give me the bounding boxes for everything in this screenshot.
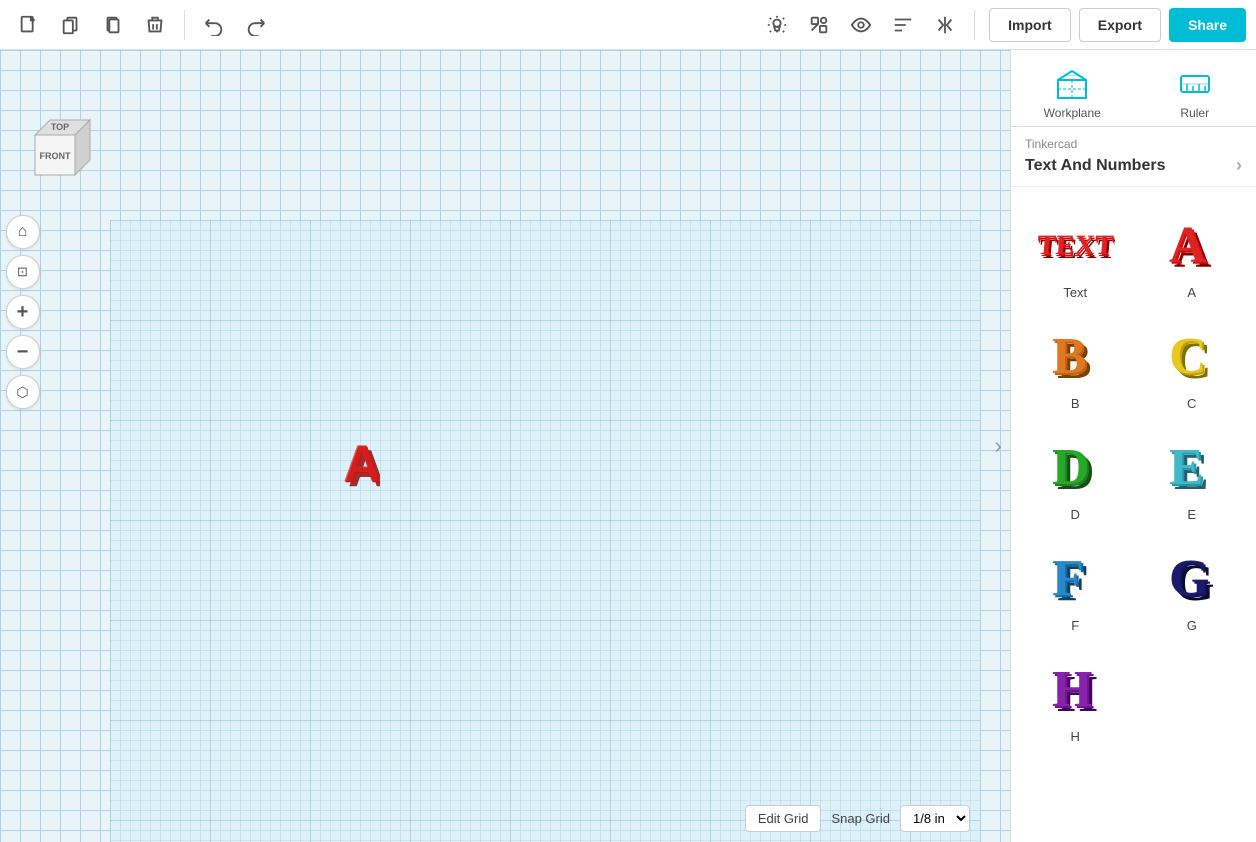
svg-text:TOP: TOP [51, 122, 69, 132]
svg-text:B: B [1052, 328, 1087, 385]
shape-button[interactable] [800, 6, 838, 44]
delete-button[interactable] [136, 6, 174, 44]
home-view-button[interactable]: ⌂ [6, 215, 40, 249]
shape-label-c: C [1187, 396, 1196, 411]
right-panel: Workplane Ruler Tinkercad Text And Numbe… [1010, 50, 1256, 842]
shape-item-a[interactable]: A A A A [1134, 197, 1251, 308]
ruler-label: Ruler [1180, 106, 1209, 120]
shape-item-text[interactable]: TEXT TEXT TEXT Text [1017, 197, 1134, 308]
view-cube[interactable]: TOP FRONT [20, 110, 95, 205]
shape-label-b: B [1071, 396, 1080, 411]
view-button[interactable] [842, 6, 880, 44]
panel-breadcrumb: Tinkercad [1011, 127, 1256, 153]
undo-button[interactable] [195, 6, 233, 44]
shape-preview-text: TEXT TEXT TEXT [1035, 209, 1115, 279]
new-button[interactable] [10, 6, 48, 44]
redo-button[interactable] [237, 6, 275, 44]
shape-item-c[interactable]: C C C C [1134, 308, 1251, 419]
separator-1 [184, 10, 185, 40]
shape-preview-b: B B B [1035, 320, 1115, 390]
shape-preview-c: C C C [1152, 320, 1232, 390]
svg-text:D: D [1052, 439, 1090, 496]
panel-title-text: Text And Numbers [1025, 157, 1165, 175]
mirror-button[interactable] [926, 6, 964, 44]
shape-item-f[interactable]: F F F F [1017, 530, 1134, 641]
align-button[interactable] [884, 6, 922, 44]
shape-preview-d: D D D [1035, 431, 1115, 501]
shape-preview-f: F F F [1035, 542, 1115, 612]
paste-button[interactable] [52, 6, 90, 44]
shape-label-a: A [1187, 285, 1196, 300]
svg-text:F: F [1052, 550, 1084, 607]
shape-item-h[interactable]: H H H H [1017, 641, 1134, 752]
svg-text:FRONT: FRONT [40, 151, 71, 161]
snap-select[interactable]: 1/8 in [900, 805, 970, 832]
left-toolbar: ⌂ ⊡ + − ⬡ [0, 205, 45, 409]
shape-item-b[interactable]: B B B B [1017, 308, 1134, 419]
shape-preview-e: E E E [1152, 431, 1232, 501]
svg-text:G: G [1169, 550, 1209, 607]
zoom-out-button[interactable]: − [6, 335, 40, 369]
shape-preview-h: H H H [1035, 653, 1115, 723]
panel-header: Workplane Ruler [1011, 50, 1256, 127]
panel-toggle-arrow[interactable]: › [995, 433, 1002, 459]
main-toolbar: Import Export Share [0, 0, 1256, 50]
shapes-grid: TEXT TEXT TEXT Text A A A A [1011, 197, 1256, 752]
light-button[interactable] [758, 6, 796, 44]
shape-item-g[interactable]: G G G G [1134, 530, 1251, 641]
svg-text:A: A [1169, 217, 1207, 274]
duplicate-button[interactable] [94, 6, 132, 44]
shape-label-text: Text [1063, 285, 1087, 300]
edit-grid-button[interactable]: Edit Grid [745, 805, 822, 832]
perspective-button[interactable]: ⬡ [6, 375, 40, 409]
workplane-button[interactable]: Workplane [1011, 60, 1134, 126]
grid-background [0, 50, 1010, 842]
shape-label-e: E [1187, 507, 1196, 522]
ruler-button[interactable]: Ruler [1134, 60, 1256, 126]
shape-label-g: G [1187, 618, 1197, 633]
panel-title-arrow[interactable]: › [1236, 155, 1242, 176]
workplane-label: Workplane [1044, 106, 1101, 120]
separator-2 [974, 10, 975, 40]
shape-item-d[interactable]: D D D D [1017, 419, 1134, 530]
share-button[interactable]: Share [1169, 8, 1246, 42]
zoom-in-button[interactable]: + [6, 295, 40, 329]
svg-text:TEXT: TEXT [1036, 230, 1115, 261]
export-button[interactable]: Export [1079, 8, 1161, 42]
shape-preview-g: G G G [1152, 542, 1232, 612]
svg-text:C: C [1169, 328, 1207, 385]
viewport[interactable]: TOP FRONT ⌂ ⊡ + − ⬡ A A [0, 50, 1010, 842]
svg-text:H: H [1052, 661, 1092, 718]
shape-label-d: D [1071, 507, 1080, 522]
bottom-bar: Edit Grid Snap Grid 1/8 in [745, 805, 970, 832]
fit-view-button[interactable]: ⊡ [6, 255, 40, 289]
main-area: TOP FRONT ⌂ ⊡ + − ⬡ A A [0, 50, 1256, 842]
shape-item-e[interactable]: E E E E [1134, 419, 1251, 530]
shape-label-f: F [1071, 618, 1079, 633]
panel-divider [1011, 186, 1256, 187]
panel-title: Text And Numbers › [1011, 153, 1256, 186]
svg-text:A: A [343, 435, 380, 493]
svg-text:E: E [1169, 439, 1204, 496]
3d-object-a[interactable]: A A A [310, 430, 380, 500]
shape-preview-a: A A A [1152, 209, 1232, 279]
snap-label: Snap Grid [831, 811, 890, 826]
import-button[interactable]: Import [989, 8, 1071, 42]
shape-label-h: H [1071, 729, 1080, 744]
